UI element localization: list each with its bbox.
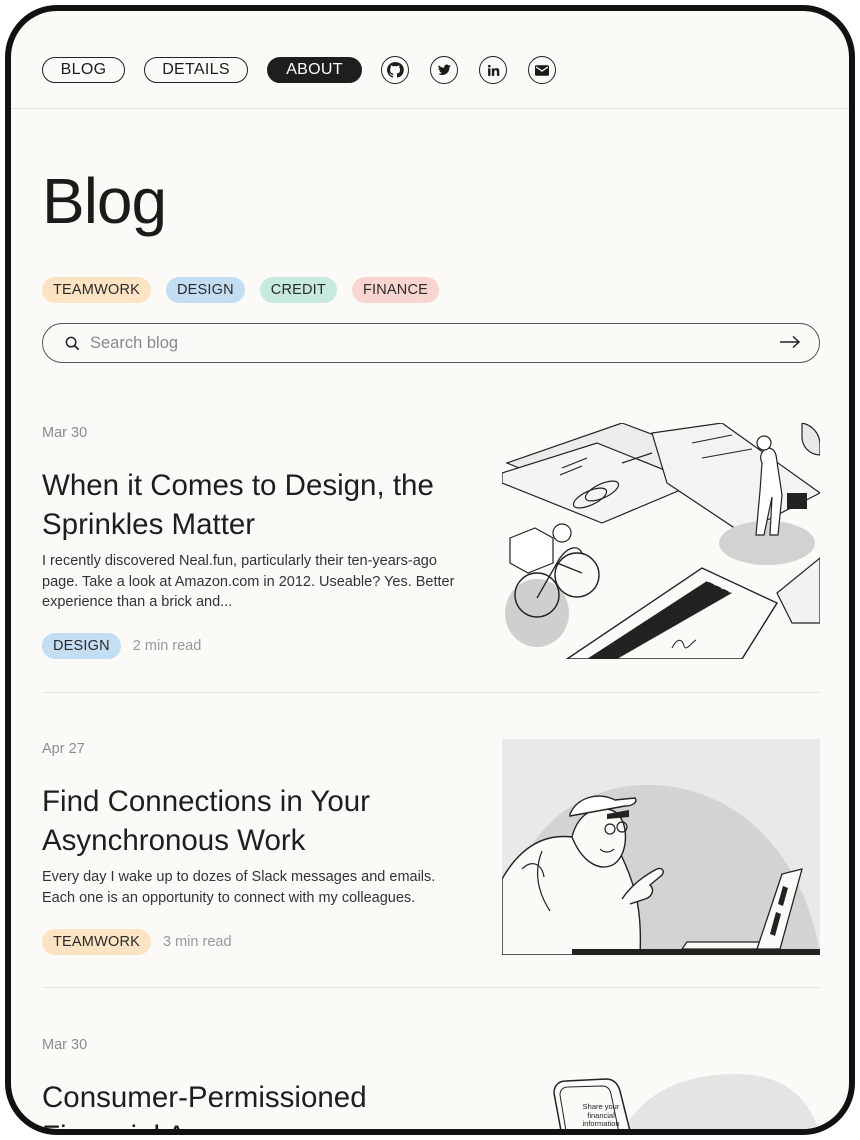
post-card[interactable]: Mar 30 Consumer-Permissioned Financial A…: [42, 1035, 820, 1129]
nav-blog-link[interactable]: BLOG: [42, 57, 125, 83]
header-divider: [11, 108, 849, 109]
read-time: 2 min read: [132, 638, 202, 654]
search-input[interactable]: Search blog: [90, 334, 178, 353]
page: BLOG DETAILS ABOUT Blog TEAMWORK DESIGN …: [11, 11, 849, 1129]
arrow-right-icon[interactable]: [779, 335, 801, 349]
post-illustration-finance[interactable]: Share your financial information: [502, 1035, 820, 1129]
device-frame: BLOG DETAILS ABOUT Blog TEAMWORK DESIGN …: [5, 5, 855, 1135]
tag-filter-design[interactable]: DESIGN: [166, 277, 245, 303]
twitter-icon[interactable]: [430, 56, 458, 84]
nav-details-link[interactable]: DETAILS: [144, 57, 248, 83]
top-nav: BLOG DETAILS ABOUT: [42, 55, 577, 85]
read-time: 3 min read: [163, 934, 232, 950]
post-title[interactable]: When it Comes to Design, the Sprinkles M…: [42, 466, 462, 544]
post-illustration-teamwork[interactable]: [502, 739, 820, 955]
linkedin-icon[interactable]: [479, 56, 507, 84]
post-title[interactable]: Find Connections in Your Asynchronous Wo…: [42, 782, 462, 860]
github-icon[interactable]: [381, 56, 409, 84]
tag-filter-teamwork[interactable]: TEAMWORK: [42, 277, 151, 303]
tag-filter-bar: TEAMWORK DESIGN CREDIT FINANCE: [42, 277, 454, 303]
tag-filter-finance[interactable]: FINANCE: [351, 277, 440, 303]
email-icon[interactable]: [528, 56, 556, 84]
post-title[interactable]: Consumer-Permissioned Financial Access: [42, 1078, 482, 1129]
page-title: Blog: [42, 165, 167, 237]
post-card[interactable]: Mar 30 When it Comes to Design, the Spri…: [42, 423, 820, 659]
post-illustration-design[interactable]: [502, 423, 820, 659]
post-divider: [42, 987, 820, 988]
search-icon: [65, 336, 80, 351]
post-date: Mar 30: [42, 425, 88, 441]
post-excerpt: Every day I wake up to dozes of Slack me…: [42, 869, 436, 906]
tag-filter-credit[interactable]: CREDIT: [259, 277, 337, 303]
post-tag[interactable]: DESIGN: [42, 633, 121, 659]
post-excerpt: I recently discovered Neal.fun, particul…: [42, 553, 455, 610]
post-card[interactable]: Apr 27 Find Connections in Your Asynchro…: [42, 739, 820, 975]
nav-about-link[interactable]: ABOUT: [267, 57, 362, 83]
post-divider: [42, 692, 820, 693]
search-bar[interactable]: Search blog: [42, 323, 820, 363]
post-date: Apr 27: [42, 741, 85, 757]
illustration-caption: Share your financial information: [582, 1102, 620, 1128]
post-date: Mar 30: [42, 1037, 88, 1053]
post-tag[interactable]: TEAMWORK: [42, 929, 151, 955]
